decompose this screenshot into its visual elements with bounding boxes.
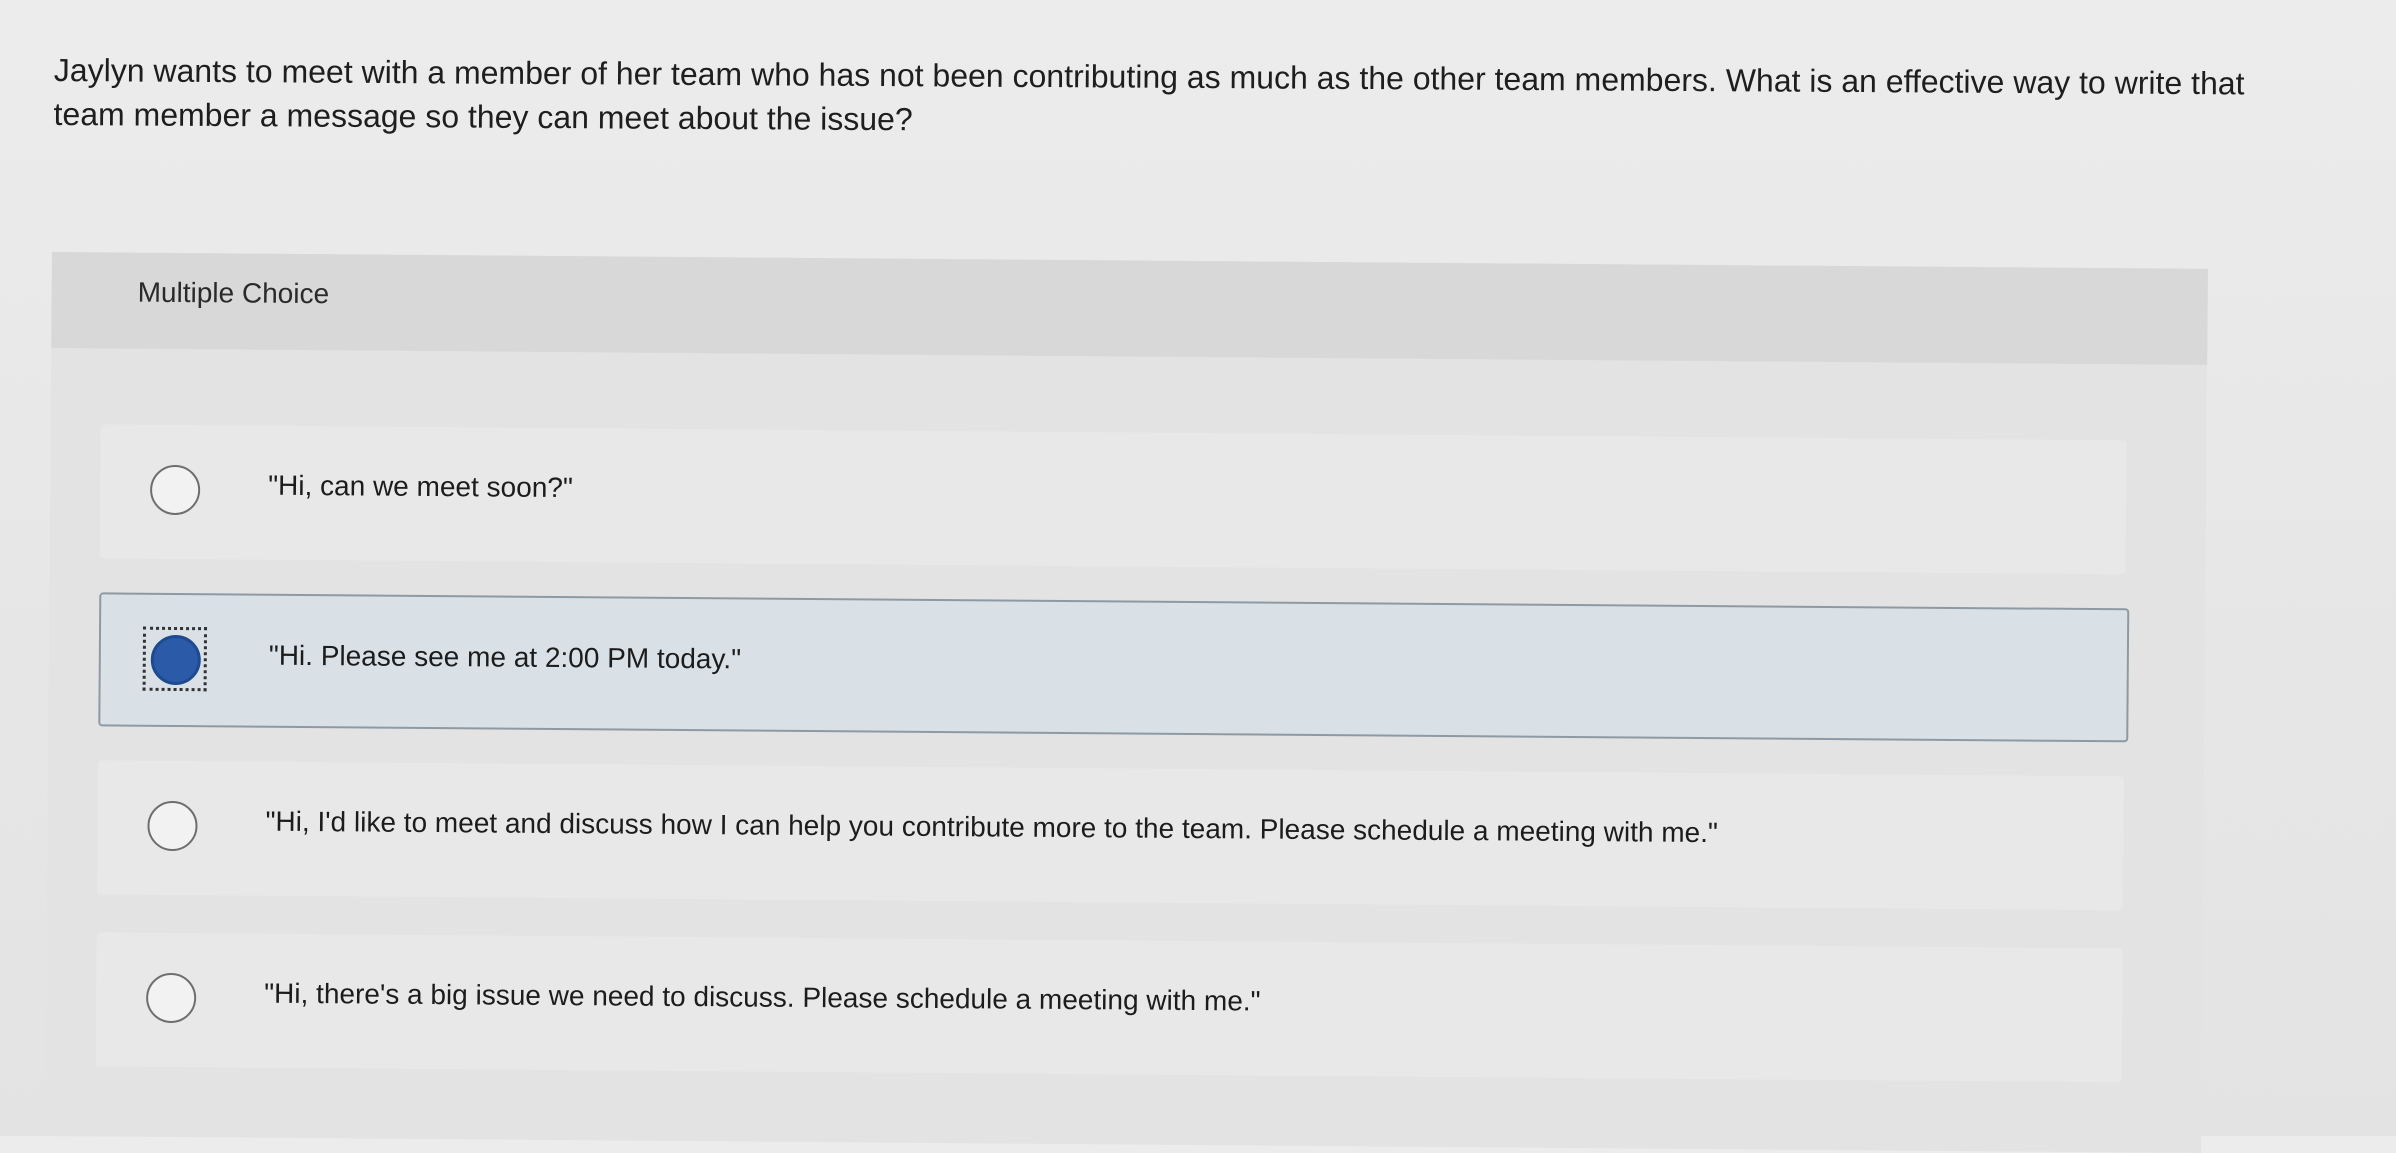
radio-button-option-4[interactable] [145,972,197,1024]
question-text: Jaylyn wants to meet with a member of he… [53,51,2245,138]
answer-option-2[interactable]: "Hi. Please see me at 2:00 PM today." [98,592,2130,743]
answer-option-3[interactable]: "Hi, I'd like to meet and discuss how I … [96,760,2124,911]
multiple-choice-panel: Multiple Choice "Hi, can we meet soon?" … [45,252,2208,1153]
answer-option-4[interactable]: "Hi, there's a big issue we need to disc… [95,932,2123,1083]
radio-button-option-2-selected[interactable] [150,634,201,686]
answer-option-2-label: "Hi. Please see me at 2:00 PM today." [268,639,742,675]
radio-button-option-1[interactable] [149,464,201,516]
answer-option-4-label: "Hi, there's a big issue we need to disc… [264,977,1261,1017]
answer-option-3-label: "Hi, I'd like to meet and discuss how I … [265,805,1719,849]
answer-option-1-label: "Hi, can we meet soon?" [268,469,573,504]
answer-option-1[interactable]: "Hi, can we meet soon?" [99,424,2127,575]
radio-button-option-3[interactable] [147,800,198,852]
multiple-choice-title: Multiple Choice [137,276,330,310]
multiple-choice-header: Multiple Choice [51,252,2208,365]
